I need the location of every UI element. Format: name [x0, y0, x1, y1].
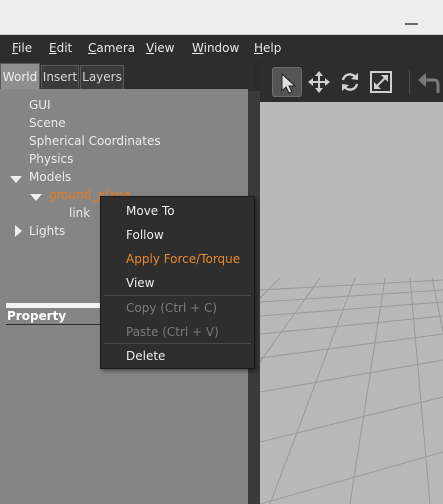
menu-item-view[interactable]: View	[126, 276, 154, 290]
tree-item-lights[interactable]: Lights	[29, 224, 65, 238]
menu-file-label: ile	[18, 41, 33, 55]
tree-item-physics[interactable]: Physics	[29, 152, 73, 166]
menu-item-delete[interactable]: Delete	[126, 349, 165, 363]
tab-layers[interactable]: Layers	[80, 65, 124, 89]
menu-window-mnemonic: W	[192, 41, 204, 55]
window-title-bar	[0, 0, 443, 35]
ground-plane-grid	[260, 277, 443, 504]
menu-bar: File Edit Camera View Window Help	[0, 36, 443, 61]
tree-item-spherical-coordinates[interactable]: Spherical Coordinates	[29, 134, 161, 148]
translate-mode-icon[interactable]	[304, 67, 334, 97]
property-header: Property	[6, 308, 100, 325]
tab-world[interactable]: World	[0, 63, 40, 89]
tab-insert[interactable]: Insert	[41, 65, 79, 89]
menu-item-follow[interactable]: Follow	[126, 228, 164, 242]
menu-separator	[104, 295, 251, 296]
menu-help[interactable]: Help	[254, 41, 281, 55]
menu-edit-label: dit	[56, 41, 73, 55]
menu-view-mnemonic: V	[146, 41, 154, 55]
expand-lights-icon[interactable]	[15, 225, 22, 237]
menu-item-move-to[interactable]: Move To	[126, 204, 175, 218]
menu-edit-mnemonic: E	[49, 41, 57, 55]
menu-file[interactable]: File	[12, 41, 32, 55]
scene-viewport[interactable]	[260, 102, 443, 504]
menu-edit[interactable]: Edit	[49, 41, 72, 55]
menu-view[interactable]: View	[146, 41, 174, 55]
expand-ground-plane-icon[interactable]	[30, 194, 42, 201]
menu-window[interactable]: Window	[192, 41, 239, 55]
menu-item-copy: Copy (Ctrl + C)	[126, 301, 218, 315]
minimize-icon[interactable]	[405, 12, 418, 25]
undo-icon[interactable]	[413, 67, 443, 97]
rotate-mode-icon[interactable]	[335, 67, 365, 97]
menu-help-label: elp	[263, 41, 282, 55]
menu-separator	[104, 343, 251, 344]
tree-item-models[interactable]: Models	[29, 170, 71, 184]
select-mode-icon[interactable]	[272, 67, 302, 97]
menu-item-paste: Paste (Ctrl + V)	[126, 325, 219, 339]
menu-camera-label: amera	[96, 41, 136, 55]
tree-item-link[interactable]: link	[69, 206, 90, 220]
toolbar-separator	[409, 70, 410, 94]
menu-camera[interactable]: Camera	[88, 41, 135, 55]
scale-mode-icon[interactable]	[366, 67, 396, 97]
tree-item-scene[interactable]: Scene	[29, 116, 66, 130]
toolbar	[260, 62, 443, 102]
menu-window-label: indow	[203, 41, 240, 55]
tree-item-gui[interactable]: GUI	[29, 98, 51, 112]
menu-view-label: iew	[153, 41, 175, 55]
context-menu: Move To Follow Apply Force/Torque View C…	[100, 196, 255, 369]
menu-item-apply-force-torque[interactable]: Apply Force/Torque	[126, 252, 240, 266]
menu-help-mnemonic: H	[254, 41, 264, 55]
expand-models-icon[interactable]	[10, 176, 22, 183]
